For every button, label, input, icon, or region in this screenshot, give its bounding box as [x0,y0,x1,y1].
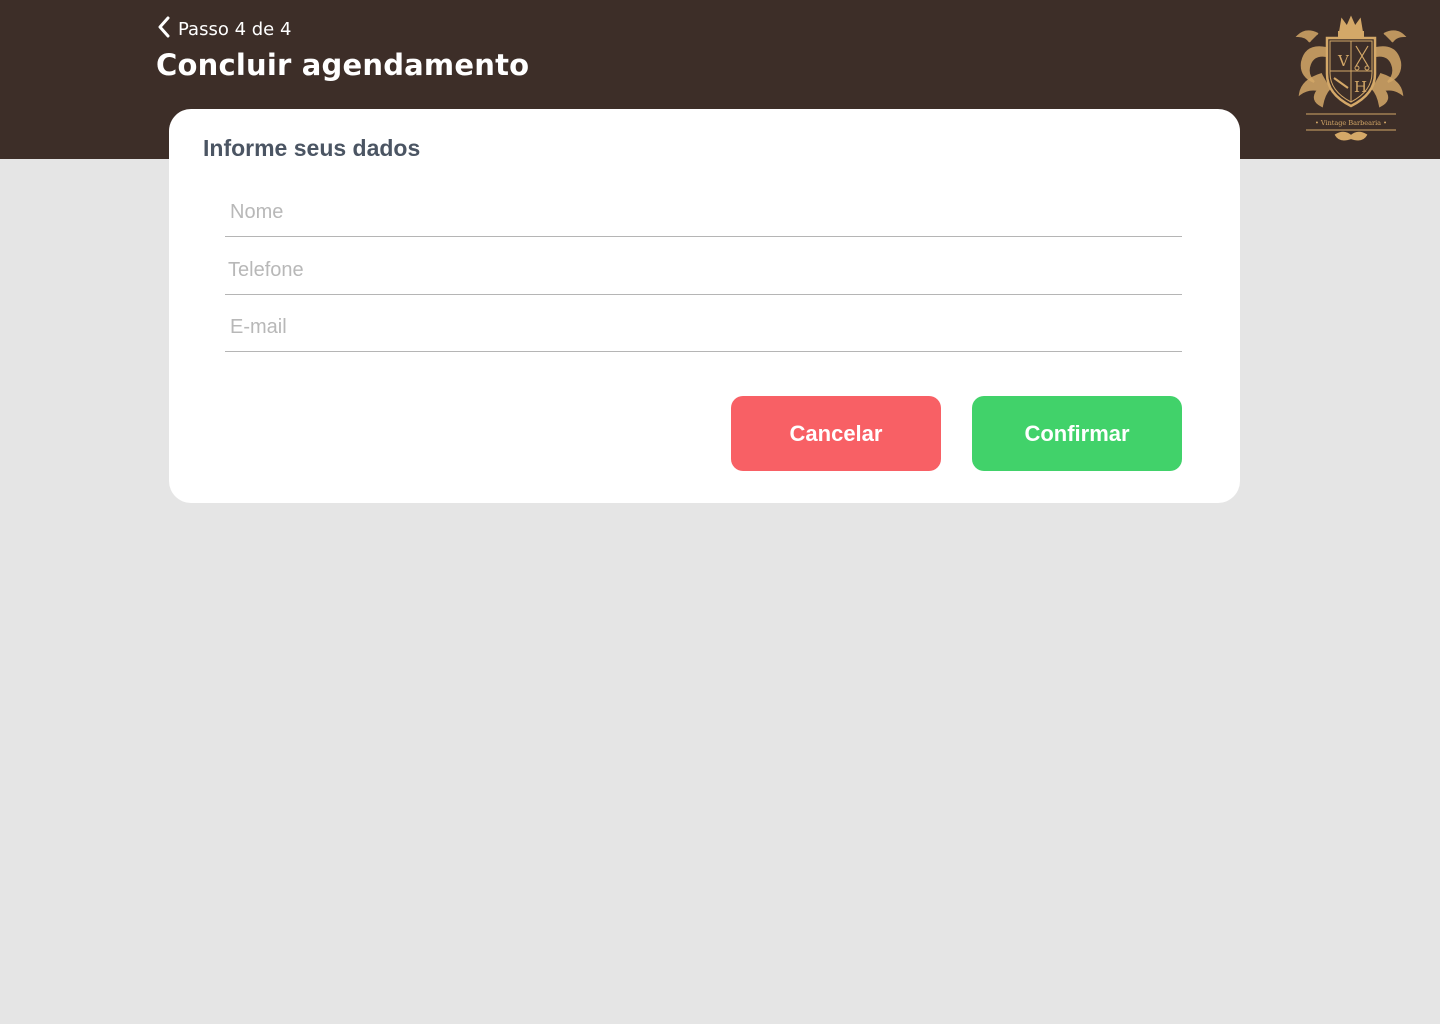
cancel-button[interactable]: Cancelar [731,396,941,471]
telefone-input[interactable] [225,247,1182,294]
email-field [225,304,1182,352]
back-step-link[interactable]: Passo 4 de 4 [156,16,291,42]
telefone-field [225,247,1182,295]
logo-monogram-h: H [1354,78,1367,96]
logo-brand-text: • Vintage Barbearia • [1315,119,1387,127]
page-title: Concluir agendamento [156,48,530,82]
vintage-barbearia-logo: V H • Vintage Barbearia • [1292,14,1410,144]
confirm-button[interactable]: Confirmar [972,396,1182,471]
nome-input[interactable] [225,189,1182,236]
step-indicator: Passo 4 de 4 [178,18,292,40]
chevron-left-icon [156,16,172,43]
logo-monogram-v: V [1337,52,1350,70]
form-title: Informe seus dados [203,135,421,161]
customer-data-card: Informe seus dados Cancelar Confirmar [169,109,1240,503]
email-input[interactable] [225,304,1182,351]
nome-field [225,189,1182,237]
